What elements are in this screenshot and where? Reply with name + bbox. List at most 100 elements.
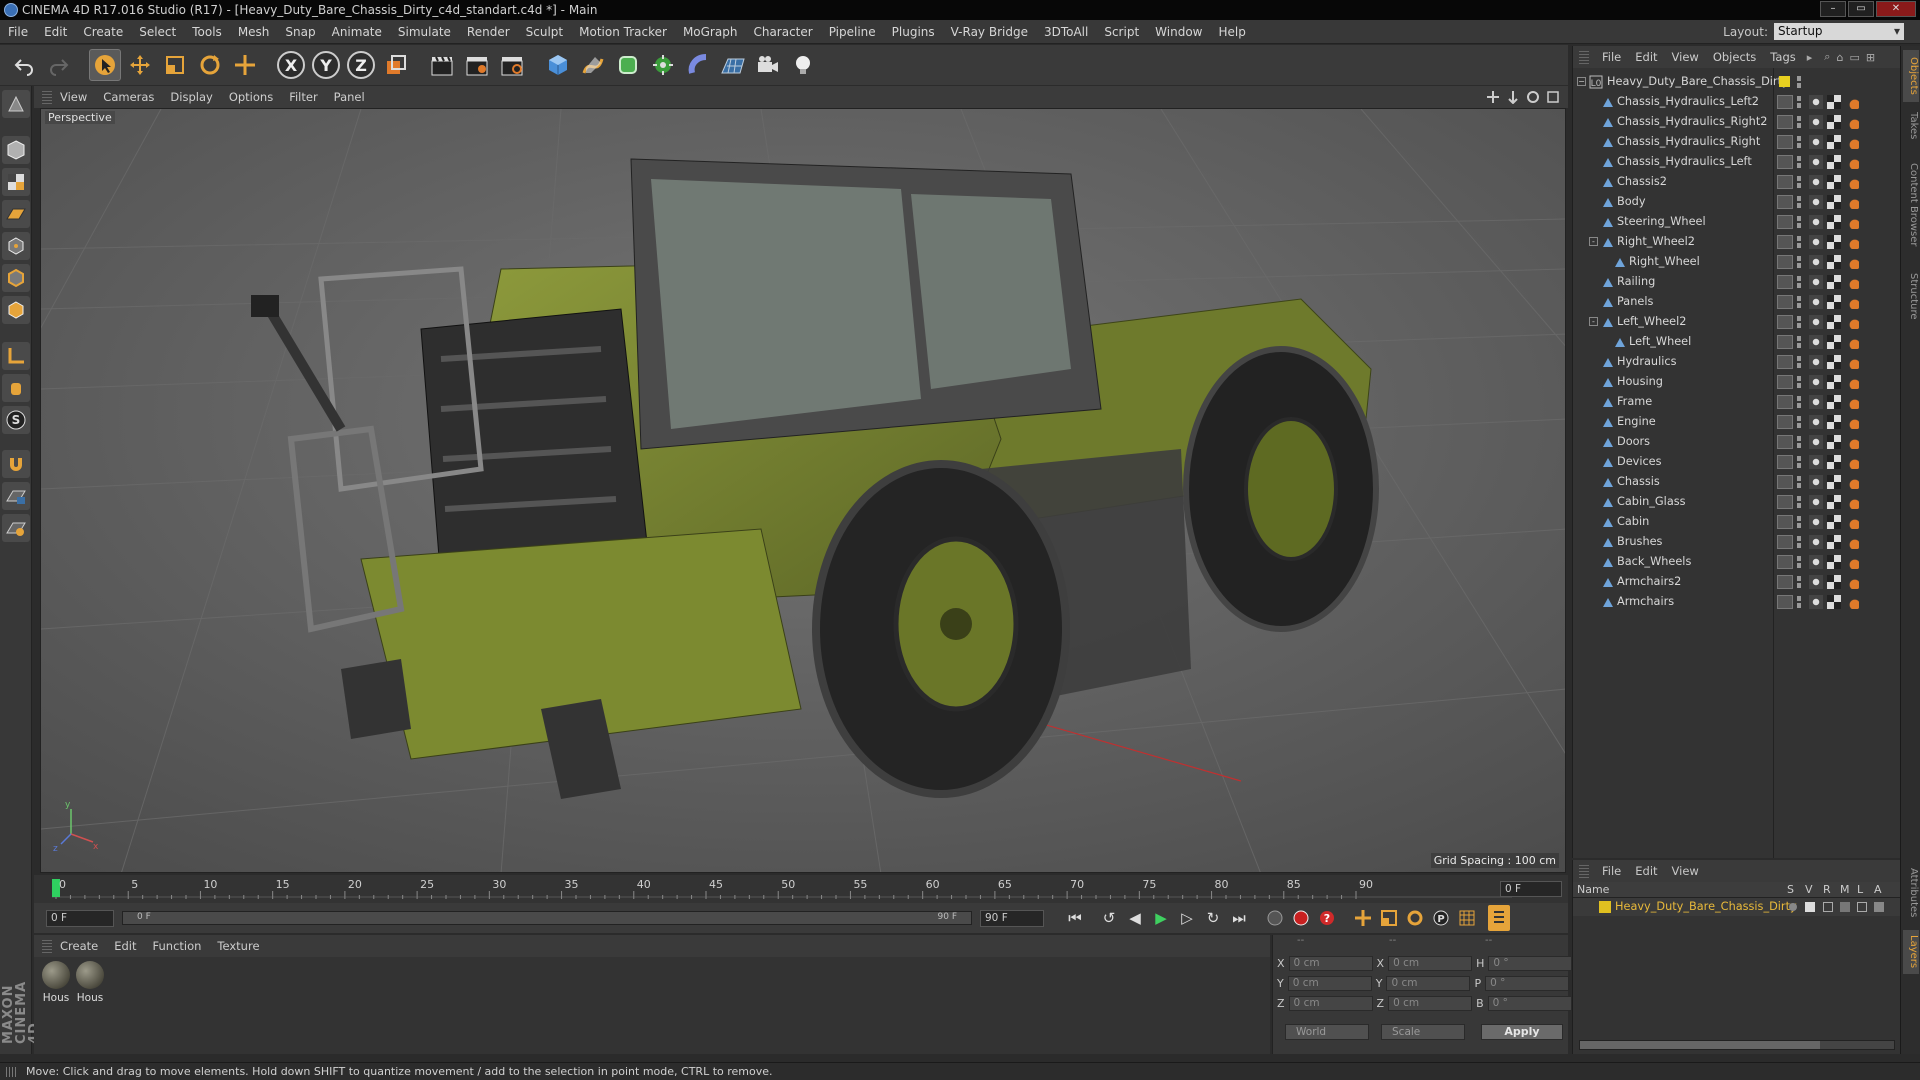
edges-mode-button[interactable] [2, 264, 30, 292]
visibility-dots-icon[interactable] [1797, 316, 1801, 328]
key-scale-button[interactable] [1376, 905, 1402, 931]
editable-toggle-icon[interactable] [1777, 435, 1793, 449]
layer-animation-icon[interactable] [1874, 902, 1884, 912]
phong-tag-icon[interactable] [1809, 575, 1823, 589]
minimize-button[interactable]: – [1820, 1, 1846, 17]
viewport-menu-cameras[interactable]: Cameras [95, 90, 162, 104]
material-swatch[interactable]: Hous [74, 961, 106, 1004]
material-tag-icon[interactable] [1827, 115, 1841, 129]
material-menu-edit[interactable]: Edit [106, 939, 144, 953]
visibility-dots-icon[interactable] [1797, 196, 1801, 208]
z-axis-button[interactable]: Z [345, 49, 377, 81]
object-row[interactable]: Cabin_Glass [1573, 492, 1901, 512]
next-frame-button[interactable]: ▷ [1174, 905, 1200, 931]
object-row[interactable]: Brushes [1573, 532, 1901, 552]
menu-pipeline[interactable]: Pipeline [821, 25, 884, 39]
object-row[interactable]: Frame [1573, 392, 1901, 412]
phong-tag-icon[interactable] [1809, 295, 1823, 309]
texture-tag-icon[interactable] [1845, 335, 1859, 349]
menu-script[interactable]: Script [1096, 25, 1147, 39]
phong-tag-icon[interactable] [1809, 495, 1823, 509]
texture-mode-button[interactable] [2, 168, 30, 196]
object-row[interactable]: Hydraulics [1573, 352, 1901, 372]
object-row[interactable]: Armchairs [1573, 592, 1901, 612]
texture-tag-icon[interactable] [1845, 595, 1859, 609]
key-rotation-button[interactable] [1402, 905, 1428, 931]
material-tag-icon[interactable] [1827, 395, 1841, 409]
editable-toggle-icon[interactable] [1777, 555, 1793, 569]
texture-tag-icon[interactable] [1845, 355, 1859, 369]
layer-solo-icon[interactable] [1789, 903, 1797, 911]
editable-toggle-icon[interactable] [1777, 315, 1793, 329]
visibility-dots-icon[interactable] [1797, 436, 1801, 448]
phong-tag-icon[interactable] [1809, 115, 1823, 129]
polygons-mode-button[interactable] [2, 296, 30, 324]
points-mode-button[interactable] [2, 232, 30, 260]
texture-tag-icon[interactable] [1845, 215, 1859, 229]
workplane-button[interactable] [2, 200, 30, 228]
visibility-dots-icon[interactable] [1797, 276, 1801, 288]
material-tag-icon[interactable] [1827, 355, 1841, 369]
texture-tag-icon[interactable] [1845, 95, 1859, 109]
planar-workplane-button[interactable] [2, 514, 30, 542]
texture-tag-icon[interactable] [1845, 315, 1859, 329]
viewport-pan-icon[interactable] [1486, 90, 1500, 104]
phong-tag-icon[interactable] [1809, 135, 1823, 149]
material-tag-icon[interactable] [1827, 375, 1841, 389]
current-frame-field[interactable]: 0 F [1500, 881, 1562, 897]
texture-tag-icon[interactable] [1845, 395, 1859, 409]
layer-col-view[interactable]: V [1805, 883, 1813, 896]
material-tag-icon[interactable] [1827, 135, 1841, 149]
viewport-menu-panel[interactable]: Panel [326, 90, 373, 104]
spline-pen-button[interactable] [577, 49, 609, 81]
collapse-icon[interactable]: − [1577, 77, 1586, 86]
phong-tag-icon[interactable] [1809, 255, 1823, 269]
autokey-button[interactable] [1288, 905, 1314, 931]
visibility-dots-icon[interactable] [1797, 336, 1801, 348]
layer-col-animation[interactable]: A [1874, 883, 1882, 896]
texture-tag-icon[interactable] [1845, 135, 1859, 149]
cloner-button[interactable] [647, 49, 679, 81]
render-settings-button[interactable] [496, 49, 528, 81]
object-row[interactable]: Right_Wheel [1573, 252, 1901, 272]
phong-tag-icon[interactable] [1809, 475, 1823, 489]
collapse-icon[interactable]: - [1589, 317, 1598, 326]
layer-col-locked[interactable]: L [1857, 883, 1863, 896]
material-tag-icon[interactable] [1827, 235, 1841, 249]
visibility-dots-icon[interactable] [1797, 76, 1801, 88]
editable-toggle-icon[interactable] [1777, 495, 1793, 509]
make-editable-button[interactable] [2, 90, 30, 118]
menu-3dtoall[interactable]: 3DToAll [1036, 25, 1096, 39]
texture-tag-icon[interactable] [1845, 415, 1859, 429]
editable-toggle-icon[interactable] [1777, 395, 1793, 409]
rotation-b-field[interactable]: 0 ° [1487, 995, 1572, 1011]
menu-help[interactable]: Help [1210, 25, 1253, 39]
texture-tag-icon[interactable] [1845, 555, 1859, 569]
phong-tag-icon[interactable] [1809, 395, 1823, 409]
timeline-toggle-button[interactable] [1488, 905, 1510, 931]
render-picture-viewer-button[interactable] [461, 49, 493, 81]
texture-tag-icon[interactable] [1845, 115, 1859, 129]
phong-tag-icon[interactable] [1809, 515, 1823, 529]
key-parameter-button[interactable]: P [1428, 905, 1454, 931]
layer-lock-icon[interactable] [1857, 902, 1867, 912]
menu-tools[interactable]: Tools [184, 25, 230, 39]
phong-tag-icon[interactable] [1809, 375, 1823, 389]
menu-snap[interactable]: Snap [277, 25, 323, 39]
object-row[interactable]: Chassis [1573, 472, 1901, 492]
material-tag-icon[interactable] [1827, 315, 1841, 329]
object-row[interactable]: Housing [1573, 372, 1901, 392]
phong-tag-icon[interactable] [1809, 155, 1823, 169]
key-position-button[interactable] [1350, 905, 1376, 931]
previous-key-button[interactable]: ↺ [1096, 905, 1122, 931]
visibility-dots-icon[interactable] [1797, 456, 1801, 468]
tab-content-browser[interactable]: Content Browser [1903, 150, 1919, 260]
viewport-menu-display[interactable]: Display [162, 90, 220, 104]
recent-tool-button[interactable] [229, 49, 261, 81]
model-mode-button[interactable] [2, 136, 30, 164]
size-y-field[interactable]: 0 cm [1386, 975, 1471, 991]
frame-range-slider[interactable]: 0 F 90 F [122, 911, 972, 925]
viewport-menu-filter[interactable]: Filter [281, 90, 325, 104]
menu-simulate[interactable]: Simulate [390, 25, 459, 39]
visibility-dots-icon[interactable] [1797, 376, 1801, 388]
